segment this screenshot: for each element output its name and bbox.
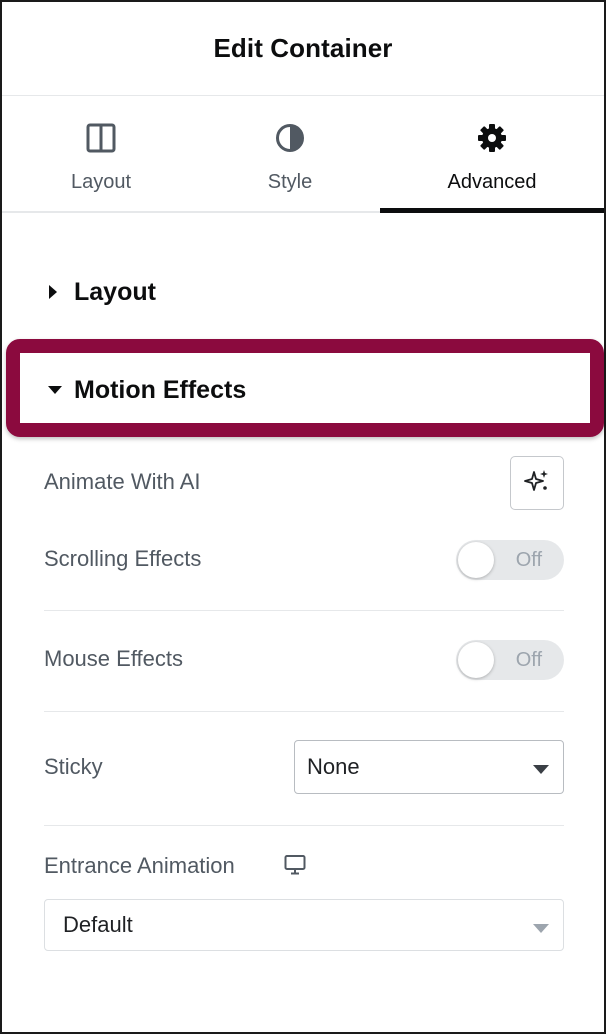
sticky-select[interactable]: None: [294, 740, 564, 794]
animate-with-ai-label: Animate With AI: [44, 469, 201, 494]
sticky-select-value: None: [307, 754, 360, 779]
toggle-knob: [458, 542, 494, 578]
divider: [44, 711, 564, 712]
tab-label: Layout: [70, 171, 132, 193]
desktop-monitor-icon[interactable]: [284, 854, 306, 881]
chevron-down-icon: [533, 921, 549, 939]
entrance-animation-select[interactable]: Default: [44, 899, 564, 951]
tab-label: Style: [267, 171, 313, 193]
divider: [44, 825, 564, 826]
section-motion-effects-toggle[interactable]: Motion Effects: [2, 350, 604, 430]
tab-layout[interactable]: Layout: [2, 97, 200, 213]
toggle-state-text: Off: [515, 649, 542, 671]
scrolling-effects-toggle[interactable]: Off: [456, 540, 564, 580]
section-layout-label: Layout: [74, 277, 156, 306]
panel-title: Edit Container: [213, 33, 393, 63]
tab-label: Advanced: [447, 171, 537, 193]
animate-with-ai-button[interactable]: [510, 456, 564, 510]
divider: [44, 610, 564, 611]
toggle-knob: [458, 642, 494, 678]
caret-right-icon: [48, 285, 62, 299]
chevron-down-icon: [533, 762, 549, 780]
entrance-animation-label: Entrance Animation: [44, 853, 235, 878]
sticky-label: Sticky: [44, 754, 103, 779]
scrolling-effects-label: Scrolling Effects: [44, 546, 202, 571]
half-circle-icon: [275, 123, 305, 153]
sparkles-icon: [524, 468, 550, 499]
toggle-state-text: Off: [515, 549, 542, 571]
mouse-effects-label: Mouse Effects: [44, 646, 183, 671]
entrance-animation-select-value: Default: [63, 912, 133, 937]
section-layout-toggle[interactable]: Layout: [2, 252, 604, 332]
gear-icon: [477, 123, 507, 153]
columns-icon: [86, 123, 116, 153]
mouse-effects-toggle[interactable]: Off: [456, 640, 564, 680]
tab-advanced[interactable]: Advanced: [380, 97, 604, 213]
caret-down-icon: [48, 385, 62, 395]
tab-bar: Layout Style Advanced: [2, 97, 604, 213]
edit-container-panel: Edit Container Layout Style Advanced Lay…: [0, 0, 606, 1034]
section-motion-effects-label: Motion Effects: [74, 375, 247, 404]
panel-header: Edit Container: [2, 2, 604, 96]
tab-style[interactable]: Style: [192, 97, 388, 213]
